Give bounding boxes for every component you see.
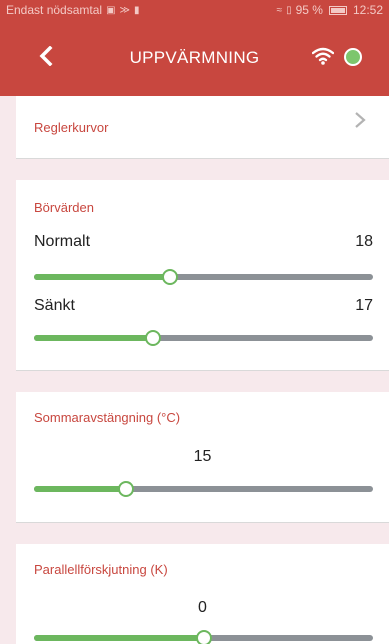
slider-thumb[interactable] bbox=[161, 269, 178, 285]
reduced-value: 17 bbox=[355, 297, 373, 314]
slider-thumb[interactable] bbox=[144, 330, 161, 346]
wifi-status-icon: ≈ bbox=[276, 4, 283, 16]
divider bbox=[16, 370, 389, 371]
curves-label: Reglerkurvor bbox=[34, 120, 109, 135]
setpoints-card: Börvärden Normalt 18 Sänkt 17 bbox=[16, 180, 389, 370]
chevron-right-icon bbox=[355, 112, 366, 128]
battery-icon bbox=[328, 5, 347, 15]
divider bbox=[16, 522, 389, 523]
parallel-shift-slider[interactable] bbox=[34, 630, 373, 644]
parallel-shift-value: 0 bbox=[198, 599, 207, 616]
summer-shutdown-card: Sommaravstängning (°C) 15 bbox=[16, 392, 389, 522]
setpoints-label: Börvärden bbox=[34, 200, 94, 215]
divider bbox=[16, 158, 389, 159]
slider-fill bbox=[34, 635, 204, 641]
summer-shutdown-value: 15 bbox=[193, 448, 212, 465]
app-bar: UPPVÄRMNING bbox=[0, 20, 389, 96]
slider-fill bbox=[34, 274, 170, 280]
status-bar: Endast nödsamtal ▣ ≫ ▮ ≈ ▯ 95 % 12:52 bbox=[0, 0, 389, 20]
slider-fill bbox=[34, 486, 126, 492]
slider-fill bbox=[34, 335, 153, 341]
normal-value: 18 bbox=[355, 233, 373, 250]
curves-row[interactable]: Reglerkurvor bbox=[16, 96, 389, 158]
battery-percent: 95 % bbox=[295, 3, 323, 17]
reduced-label: Sänkt bbox=[34, 297, 75, 314]
notification-icon: ▮ bbox=[133, 4, 140, 16]
normal-slider[interactable] bbox=[34, 269, 373, 285]
reduced-slider[interactable] bbox=[34, 330, 373, 346]
slider-thumb[interactable] bbox=[117, 481, 134, 497]
sim-slot-icon: ▯ bbox=[286, 4, 292, 16]
parallel-shift-label: Parallellförskjutning (K) bbox=[34, 562, 168, 577]
summer-shutdown-slider[interactable] bbox=[34, 481, 373, 497]
parallel-shift-card: Parallellförskjutning (K) 0 bbox=[16, 544, 389, 644]
nfc-icon: ≫ bbox=[119, 4, 130, 16]
carrier-text: Endast nödsamtal bbox=[6, 3, 103, 17]
normal-label: Normalt bbox=[34, 233, 91, 250]
clock: 12:52 bbox=[352, 3, 383, 17]
wifi-icon bbox=[312, 47, 334, 65]
sim-icon: ▣ bbox=[106, 4, 116, 16]
slider-thumb[interactable] bbox=[195, 630, 212, 644]
connection-status-dot bbox=[344, 48, 362, 66]
summer-shutdown-label: Sommaravstängning (°C) bbox=[34, 410, 181, 425]
